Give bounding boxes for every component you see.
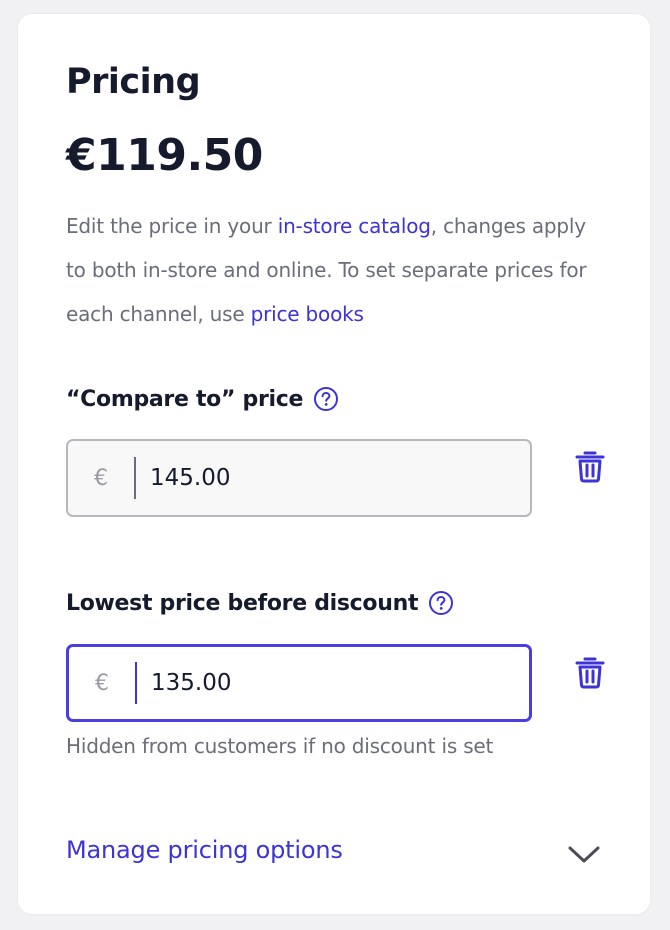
compare-to-price-field: € xyxy=(66,439,532,517)
compare-to-price-label: “Compare to” price xyxy=(66,386,304,412)
currency-prefix: € xyxy=(95,670,109,696)
chevron-down-icon[interactable] xyxy=(566,840,602,868)
trash-icon[interactable] xyxy=(572,654,608,690)
compare-to-price-label-row: “Compare to” price xyxy=(66,386,339,412)
pricing-description: Edit the price in your in-store catalog,… xyxy=(66,204,606,336)
lowest-price-label-row: Lowest price before discount xyxy=(66,590,454,616)
trash-icon[interactable] xyxy=(572,448,608,484)
question-circle-icon[interactable] xyxy=(428,590,454,616)
lowest-price-field: € xyxy=(66,644,532,722)
section-title: Pricing xyxy=(66,62,201,102)
question-circle-icon[interactable] xyxy=(313,386,339,412)
pricing-card: Pricing €119.50 Edit the price in your i… xyxy=(18,14,650,914)
description-text-1: Edit the price in your xyxy=(66,214,278,238)
manage-pricing-options-link[interactable]: Manage pricing options xyxy=(66,836,343,864)
lowest-price-label: Lowest price before discount xyxy=(66,590,419,616)
in-store-catalog-link[interactable]: in-store catalog xyxy=(278,214,431,238)
price-books-link[interactable]: price books xyxy=(251,302,364,326)
compare-to-price-input[interactable] xyxy=(136,440,512,516)
current-price: €119.50 xyxy=(66,130,263,181)
lowest-price-input[interactable] xyxy=(137,646,513,720)
lowest-price-hint: Hidden from customers if no discount is … xyxy=(66,734,494,758)
currency-prefix: € xyxy=(94,465,108,491)
